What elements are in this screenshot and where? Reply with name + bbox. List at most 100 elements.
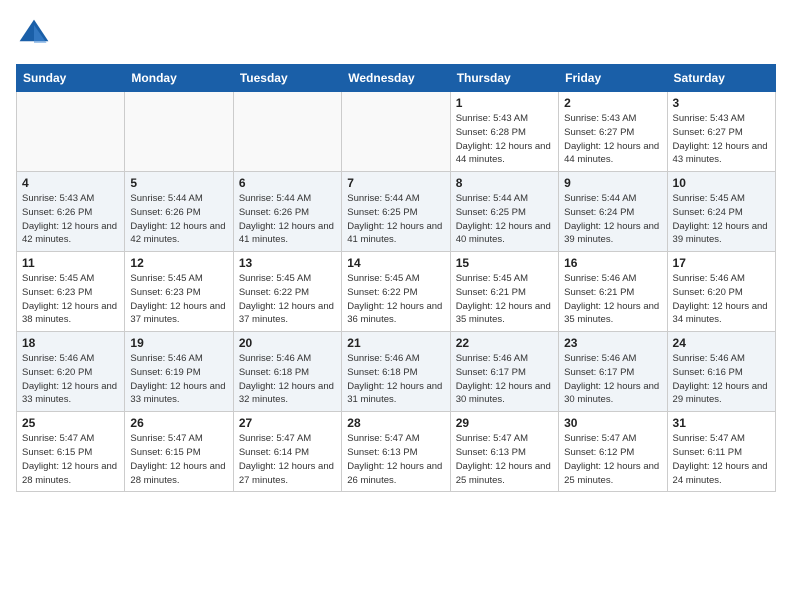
calendar-cell: 20Sunrise: 5:46 AMSunset: 6:18 PMDayligh… (233, 332, 341, 412)
logo-icon (16, 16, 52, 52)
day-info: Sunrise: 5:44 AMSunset: 6:25 PMDaylight:… (347, 192, 444, 247)
calendar-cell: 31Sunrise: 5:47 AMSunset: 6:11 PMDayligh… (667, 412, 775, 492)
day-number: 24 (673, 336, 770, 350)
day-info: Sunrise: 5:47 AMSunset: 6:15 PMDaylight:… (130, 432, 227, 487)
calendar-cell: 18Sunrise: 5:46 AMSunset: 6:20 PMDayligh… (17, 332, 125, 412)
calendar-cell (342, 92, 450, 172)
calendar-cell: 5Sunrise: 5:44 AMSunset: 6:26 PMDaylight… (125, 172, 233, 252)
weekday-header-thursday: Thursday (450, 65, 558, 92)
calendar-week-row: 1 Sunrise: 5:43 AMSunset: 6:28 PMDaylight… (17, 92, 776, 172)
day-number: 22 (456, 336, 553, 350)
day-info: Sunrise: 5:45 AMSunset: 6:23 PMDaylight:… (22, 272, 119, 327)
calendar-cell: 16 Sunrise: 5:46 AMSunset: 6:21 PMDayligh… (559, 252, 667, 332)
calendar-cell: 29 Sunrise: 5:47 AMSunset: 6:13 PMDayligh… (450, 412, 558, 492)
calendar-cell: 9 Sunrise: 5:44 AMSunset: 6:24 PMDaylight… (559, 172, 667, 252)
day-info: Sunrise: 5:43 AMSunset: 6:27 PMDaylight:… (564, 112, 661, 167)
day-number: 21 (347, 336, 444, 350)
day-info: Sunrise: 5:44 AMSunset: 6:26 PMDaylight:… (239, 192, 336, 247)
weekday-header-tuesday: Tuesday (233, 65, 341, 92)
day-number: 16 (564, 256, 661, 270)
day-info: Sunrise: 5:43 AMSunset: 6:28 PMDaylight:… (456, 112, 553, 167)
calendar-cell: 10 Sunrise: 5:45 AMSunset: 6:24 PMDayligh… (667, 172, 775, 252)
day-info: Sunrise: 5:45 AMSunset: 6:22 PMDaylight:… (239, 272, 336, 327)
calendar-cell: 4 Sunrise: 5:43 AMSunset: 6:26 PMDaylight… (17, 172, 125, 252)
calendar-cell: 24 Sunrise: 5:46 AMSunset: 6:16 PMDayligh… (667, 332, 775, 412)
day-info: Sunrise: 5:47 AMSunset: 6:13 PMDaylight:… (347, 432, 444, 487)
day-number: 28 (347, 416, 444, 430)
day-number: 1 (456, 96, 553, 110)
calendar-cell: 1 Sunrise: 5:43 AMSunset: 6:28 PMDaylight… (450, 92, 558, 172)
calendar-cell: 8 Sunrise: 5:44 AMSunset: 6:25 PMDaylight… (450, 172, 558, 252)
calendar-cell (17, 92, 125, 172)
day-info: Sunrise: 5:46 AMSunset: 6:16 PMDaylight:… (673, 352, 770, 407)
calendar-cell: 13 Sunrise: 5:45 AMSunset: 6:22 PMDayligh… (233, 252, 341, 332)
day-info: Sunrise: 5:47 AMSunset: 6:13 PMDaylight:… (456, 432, 553, 487)
day-info: Sunrise: 5:47 AMSunset: 6:14 PMDaylight:… (239, 432, 336, 487)
day-info: Sunrise: 5:45 AMSunset: 6:24 PMDaylight:… (673, 192, 770, 247)
weekday-header-saturday: Saturday (667, 65, 775, 92)
day-number: 2 (564, 96, 661, 110)
calendar-cell: 15Sunrise: 5:45 AMSunset: 6:21 PMDayligh… (450, 252, 558, 332)
calendar-table: SundayMondayTuesdayWednesdayThursdayFrid… (16, 64, 776, 492)
calendar-cell: 11Sunrise: 5:45 AMSunset: 6:23 PMDayligh… (17, 252, 125, 332)
day-info: Sunrise: 5:46 AMSunset: 6:17 PMDaylight:… (456, 352, 553, 407)
day-number: 29 (456, 416, 553, 430)
day-info: Sunrise: 5:47 AMSunset: 6:12 PMDaylight:… (564, 432, 661, 487)
day-info: Sunrise: 5:44 AMSunset: 6:24 PMDaylight:… (564, 192, 661, 247)
day-info: Sunrise: 5:47 AMSunset: 6:15 PMDaylight:… (22, 432, 119, 487)
weekday-header-monday: Monday (125, 65, 233, 92)
day-number: 12 (130, 256, 227, 270)
day-info: Sunrise: 5:45 AMSunset: 6:21 PMDaylight:… (456, 272, 553, 327)
weekday-header-sunday: Sunday (17, 65, 125, 92)
calendar-cell: 7 Sunrise: 5:44 AMSunset: 6:25 PMDaylight… (342, 172, 450, 252)
calendar-cell: 28 Sunrise: 5:47 AMSunset: 6:13 PMDayligh… (342, 412, 450, 492)
day-number: 9 (564, 176, 661, 190)
weekday-header-row: SundayMondayTuesdayWednesdayThursdayFrid… (17, 65, 776, 92)
calendar-cell: 17 Sunrise: 5:46 AMSunset: 6:20 PMDayligh… (667, 252, 775, 332)
calendar-cell: 14 Sunrise: 5:45 AMSunset: 6:22 PMDayligh… (342, 252, 450, 332)
calendar-cell: 3Sunrise: 5:43 AMSunset: 6:27 PMDaylight… (667, 92, 775, 172)
calendar-cell: 12 Sunrise: 5:45 AMSunset: 6:23 PMDayligh… (125, 252, 233, 332)
day-number: 3 (673, 96, 770, 110)
day-info: Sunrise: 5:45 AMSunset: 6:22 PMDaylight:… (347, 272, 444, 327)
day-number: 14 (347, 256, 444, 270)
day-number: 26 (130, 416, 227, 430)
calendar-cell (233, 92, 341, 172)
day-number: 10 (673, 176, 770, 190)
day-number: 6 (239, 176, 336, 190)
day-info: Sunrise: 5:46 AMSunset: 6:20 PMDaylight:… (22, 352, 119, 407)
calendar-cell: 25 Sunrise: 5:47 AMSunset: 6:15 PMDayligh… (17, 412, 125, 492)
day-number: 27 (239, 416, 336, 430)
day-number: 23 (564, 336, 661, 350)
day-info: Sunrise: 5:45 AMSunset: 6:23 PMDaylight:… (130, 272, 227, 327)
calendar-cell: 27 Sunrise: 5:47 AMSunset: 6:14 PMDayligh… (233, 412, 341, 492)
calendar-cell: 21 Sunrise: 5:46 AMSunset: 6:18 PMDayligh… (342, 332, 450, 412)
logo (16, 16, 56, 52)
day-info: Sunrise: 5:44 AMSunset: 6:25 PMDaylight:… (456, 192, 553, 247)
day-number: 7 (347, 176, 444, 190)
day-number: 8 (456, 176, 553, 190)
day-info: Sunrise: 5:46 AMSunset: 6:18 PMDaylight:… (239, 352, 336, 407)
calendar-cell: 30Sunrise: 5:47 AMSunset: 6:12 PMDayligh… (559, 412, 667, 492)
day-number: 19 (130, 336, 227, 350)
calendar-cell: 23 Sunrise: 5:46 AMSunset: 6:17 PMDayligh… (559, 332, 667, 412)
day-info: Sunrise: 5:46 AMSunset: 6:17 PMDaylight:… (564, 352, 661, 407)
day-info: Sunrise: 5:46 AMSunset: 6:19 PMDaylight:… (130, 352, 227, 407)
calendar-week-row: 25 Sunrise: 5:47 AMSunset: 6:15 PMDayligh… (17, 412, 776, 492)
day-number: 25 (22, 416, 119, 430)
day-number: 13 (239, 256, 336, 270)
calendar-cell (125, 92, 233, 172)
calendar-cell: 19 Sunrise: 5:46 AMSunset: 6:19 PMDayligh… (125, 332, 233, 412)
day-info: Sunrise: 5:46 AMSunset: 6:21 PMDaylight:… (564, 272, 661, 327)
weekday-header-wednesday: Wednesday (342, 65, 450, 92)
day-number: 17 (673, 256, 770, 270)
day-number: 4 (22, 176, 119, 190)
calendar-cell: 2 Sunrise: 5:43 AMSunset: 6:27 PMDaylight… (559, 92, 667, 172)
page-header (16, 16, 776, 52)
day-number: 5 (130, 176, 227, 190)
day-info: Sunrise: 5:46 AMSunset: 6:20 PMDaylight:… (673, 272, 770, 327)
day-info: Sunrise: 5:43 AMSunset: 6:26 PMDaylight:… (22, 192, 119, 247)
calendar-week-row: 4 Sunrise: 5:43 AMSunset: 6:26 PMDaylight… (17, 172, 776, 252)
day-info: Sunrise: 5:46 AMSunset: 6:18 PMDaylight:… (347, 352, 444, 407)
calendar-week-row: 11Sunrise: 5:45 AMSunset: 6:23 PMDayligh… (17, 252, 776, 332)
